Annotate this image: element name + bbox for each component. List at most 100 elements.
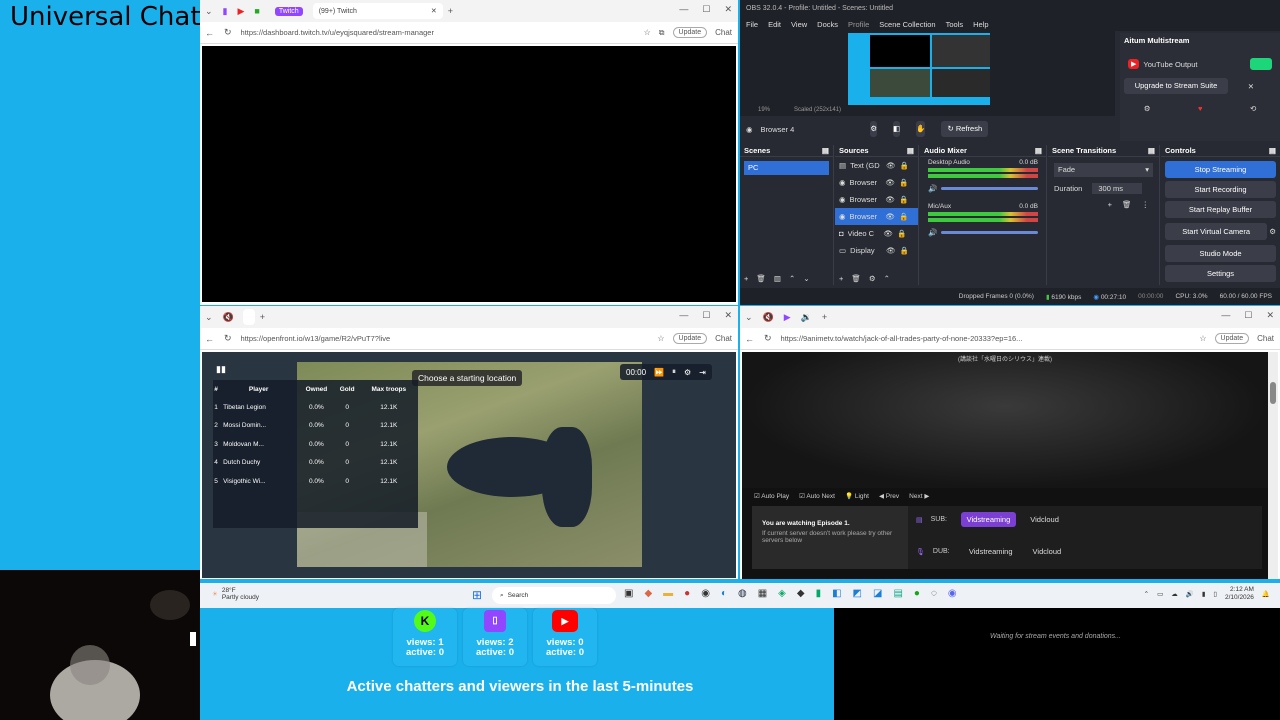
menu-tools[interactable]: Tools [946,20,964,29]
new-tab-icon[interactable]: + [255,312,270,322]
remove-scene-icon[interactable]: 🗑 [756,274,766,283]
reload-icon[interactable]: ↻ [219,333,237,344]
visibility-icon[interactable]: 👁 [886,178,896,187]
transition-menu-icon[interactable]: ⋮ [1142,200,1150,209]
dub-server-vidcloud[interactable]: Vidcloud [1027,544,1068,559]
tray-chevron-icon[interactable]: ⌃ [1144,590,1149,598]
volume-slider[interactable] [941,231,1038,234]
new-tab-icon[interactable]: + [443,6,458,16]
app-icon[interactable]: ◉ [701,588,710,599]
favorite-icon[interactable]: ☆ [657,334,664,343]
minimize-icon[interactable]: — [679,310,688,321]
edge-icon[interactable]: ◐ [721,588,727,599]
speaker-icon[interactable]: 🔊 [1186,590,1194,598]
menu-scene-collection[interactable]: Scene Collection [879,20,935,29]
scene-down-icon[interactable]: ⌄ [803,274,809,283]
upgrade-button[interactable]: Upgrade to Stream Suite [1124,78,1228,94]
app-icon[interactable]: ◌ [931,588,937,599]
source-row[interactable]: ◉ Browser 👁 🔒 [835,174,918,191]
task-view-icon[interactable]: ▣ [624,588,633,599]
lock-icon[interactable]: 🔒 [900,161,909,170]
remove-transition-icon[interactable]: 🗑 [1122,200,1132,209]
steam-icon[interactable]: ◍ [738,588,747,599]
favorite-icon[interactable]: ☆ [1199,334,1206,343]
auto-next-toggle[interactable]: ☑ Auto Next [799,492,835,500]
chat-button[interactable]: Chat [715,28,732,37]
app-icon[interactable]: ◆ [797,588,805,599]
audio-tab-icon[interactable]: 🔉 [796,312,817,323]
visibility-icon[interactable]: 👁 [886,161,896,170]
lock-icon[interactable]: 🔒 [899,195,908,204]
app-icon[interactable]: ◩ [853,588,862,599]
start-replay-buffer-button[interactable]: Start Replay Buffer [1165,201,1276,218]
link-icon[interactable]: ⟲ [1250,104,1256,113]
visibility-icon[interactable]: 👁 [884,229,894,238]
video-player[interactable]: (講談社「水曜日のシリウス」連載) [742,352,1268,488]
filters-icon[interactable]: ◧ [893,121,901,137]
notification-icon[interactable]: 🔔 [1262,590,1270,598]
tab-active[interactable] [242,309,255,325]
scrollbar[interactable] [1268,352,1278,579]
auto-play-toggle[interactable]: ☑ Auto Play [754,492,789,500]
exit-icon[interactable]: ⇥ [699,368,706,377]
scene-up-icon[interactable]: ⌃ [789,274,795,283]
minimize-icon[interactable]: — [1221,310,1230,321]
update-button[interactable]: Update [1214,333,1250,344]
back-icon[interactable]: ← [740,334,759,344]
start-recording-button[interactable]: Start Recording [1165,181,1276,198]
add-source-icon[interactable]: + [839,274,843,283]
tab-twitch[interactable]: Twitch [269,3,309,19]
visibility-icon[interactable]: 👁 [886,212,896,221]
obs-preview-canvas[interactable] [848,33,990,105]
source-row[interactable]: ▭ Display 👁 🔒 [835,242,918,259]
refresh-button[interactable]: ↻ Refresh [941,121,989,137]
app-icon[interactable]: ● [684,588,690,599]
app-icon[interactable]: ▮ [816,588,822,599]
menu-edit[interactable]: Edit [768,20,781,29]
tab-list-icon[interactable]: ⌄ [200,6,218,17]
youtube-favicon-icon[interactable]: ▶ [233,6,250,17]
start-virtual-camera-button[interactable]: Start Virtual Camera [1165,223,1268,240]
volume-slider[interactable] [941,187,1038,190]
favorite-icon[interactable]: ☆ [644,28,651,37]
app-icon[interactable]: ▦ [758,588,767,599]
battery-icon[interactable]: ▮ [1202,590,1206,598]
maximize-icon[interactable]: ☐ [1244,310,1252,321]
source-row[interactable]: ▤ Text (GD 👁 🔒 [835,157,918,174]
transition-select[interactable]: Fade ▾ [1054,163,1153,177]
app-icon[interactable]: ▤ [893,588,902,599]
update-button[interactable]: Update [672,333,708,344]
light-toggle[interactable]: 💡 Light [845,492,869,500]
back-icon[interactable]: ← [200,28,219,38]
close-icon[interactable]: ✕ [1248,82,1276,91]
lb-header-owned[interactable]: Owned [298,380,334,398]
close-window-icon[interactable]: ✕ [724,4,732,15]
next-button[interactable]: Next ▶ [909,492,929,500]
network-icon[interactable]: ☁ [1171,590,1178,598]
properties-icon[interactable]: ⚙ [870,121,878,137]
leaderboard-row[interactable]: 2 Mossi Domin... 0.0% 0 12.1K [213,417,418,436]
visibility-icon[interactable]: 👁 [886,195,896,204]
add-scene-icon[interactable]: + [744,274,748,283]
lock-icon[interactable]: 🔒 [899,178,908,187]
maximize-icon[interactable]: ☐ [702,4,710,15]
source-row[interactable]: ◘ Video C 👁 🔒 [835,225,918,242]
lock-icon[interactable]: 🔒 [900,246,909,255]
file-explorer-icon[interactable]: ▬ [663,588,673,599]
app-icon[interactable]: ◪ [873,588,882,599]
close-window-icon[interactable]: ✕ [1266,310,1274,321]
clock[interactable]: 2:12 AM 2/10/2026 [1225,586,1254,602]
play-tab-icon[interactable]: ▶ [779,312,796,323]
dock-menu-icon[interactable]: ▤ [1148,146,1155,155]
close-tab-icon[interactable]: ✕ [431,7,437,15]
remove-source-icon[interactable]: 🗑 [851,274,861,283]
leaderboard-icon[interactable]: ▮▮ [216,364,226,375]
scene-item-pc[interactable]: PC [744,161,829,175]
copilot-icon[interactable]: ◆ [644,588,652,599]
speaker-icon[interactable]: 🔊 [928,228,937,237]
chat-button[interactable]: Chat [1257,334,1274,343]
taskbar-search[interactable]: ⌕ Search [492,587,616,604]
dub-server-vidstreaming[interactable]: Vidstreaming [963,544,1019,559]
duration-input[interactable]: 300 ms [1092,183,1143,194]
windows-start-icon[interactable]: ⊞ [472,588,482,602]
